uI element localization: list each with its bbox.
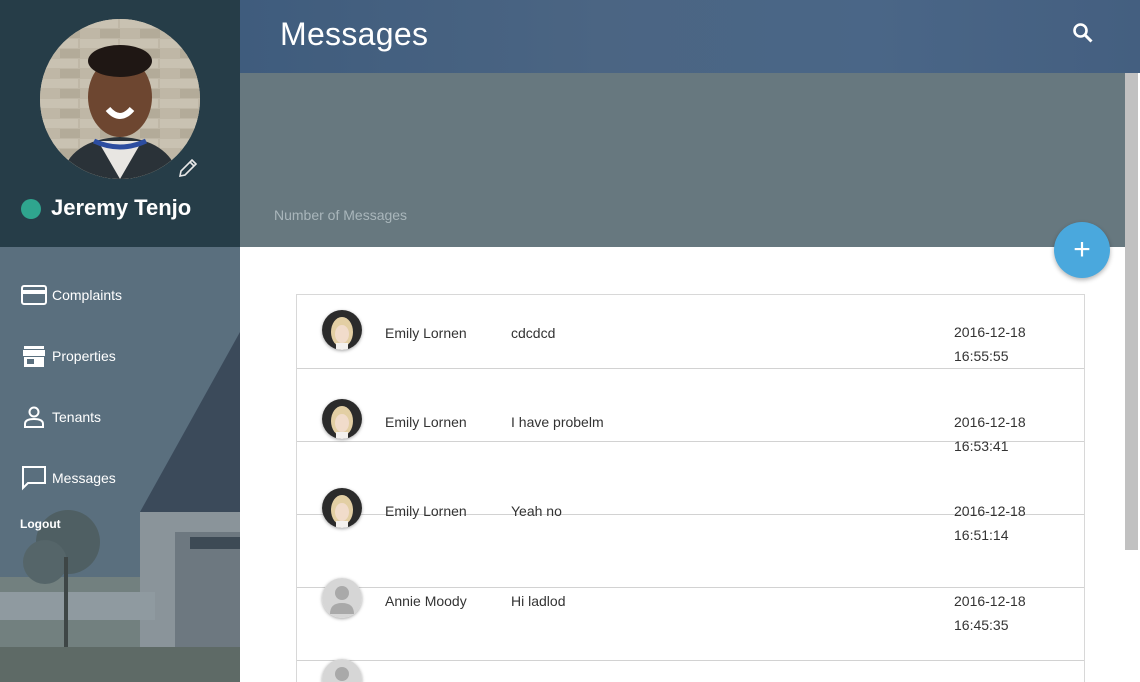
message-sender: Emily Lornen: [385, 325, 467, 341]
app-root: Jeremy Tenjo Complaints Properties Tenan…: [0, 0, 1140, 682]
message-date: 2016-12-18: [954, 324, 1026, 340]
sidebar-item-label: Complaints: [52, 287, 123, 303]
message-date: 2016-12-18: [954, 414, 1026, 430]
sender-avatar-placeholder: [322, 659, 362, 682]
sidebar-item-label: Tenants: [52, 409, 102, 425]
user-name: Jeremy Tenjo: [51, 195, 192, 220]
scrollbar-thumb[interactable]: [1125, 73, 1138, 550]
search-icon[interactable]: [1072, 22, 1094, 44]
message-count-label: Number of Messages: [274, 207, 408, 223]
message-list: Emily Lornen cdcdcd 2016-12-18 16:55:55 …: [296, 294, 1085, 682]
message-text: I have probelm: [511, 414, 604, 430]
person-icon: [20, 403, 48, 431]
messages-summary-banner: Number of Messages: [240, 73, 1125, 247]
sidebar-item-tenants[interactable]: Tenants: [20, 402, 220, 432]
sidebar: Jeremy Tenjo Complaints Properties Tenan…: [0, 0, 240, 682]
sidebar-item-messages[interactable]: Messages: [20, 463, 220, 493]
page-title: Messages: [280, 16, 429, 52]
message-row[interactable]: Annie Moody Hi ladlod 2016-12-18 16:45:3…: [297, 514, 1084, 633]
top-bar: Messages: [240, 0, 1140, 73]
store-icon: [20, 342, 48, 370]
message-time: 16:55:55: [954, 348, 1009, 364]
message-text: cdcdcd: [511, 325, 556, 341]
credit-card-icon: [20, 281, 48, 309]
message-row[interactable]: Emily Lornen I have probelm 2016-12-18 1…: [297, 368, 1084, 454]
sidebar-item-label: Messages: [52, 470, 116, 486]
pencil-icon[interactable]: [176, 156, 200, 180]
sender-avatar: [322, 310, 362, 350]
chat-bubble-icon: [20, 464, 48, 492]
add-icon: +: [1073, 233, 1091, 266]
sender-avatar: [322, 399, 362, 439]
sidebar-item-properties[interactable]: Properties: [20, 341, 220, 371]
profile-panel: Jeremy Tenjo: [0, 0, 240, 247]
message-sender: Emily Lornen: [385, 414, 467, 430]
message-row[interactable]: [297, 587, 1084, 682]
online-status-dot: [21, 199, 41, 219]
add-message-button[interactable]: +: [1054, 222, 1110, 278]
logout-link[interactable]: Logout: [20, 517, 61, 531]
message-row[interactable]: Emily Lornen cdcdcd 2016-12-18 16:55:55: [297, 295, 1084, 369]
sidebar-item-label: Properties: [52, 348, 116, 364]
message-row[interactable]: Emily Lornen Yeah no 2016-12-18 16:51:14: [297, 441, 1084, 543]
sidebar-item-complaints[interactable]: Complaints: [20, 280, 220, 310]
profile-avatar[interactable]: [40, 19, 200, 179]
